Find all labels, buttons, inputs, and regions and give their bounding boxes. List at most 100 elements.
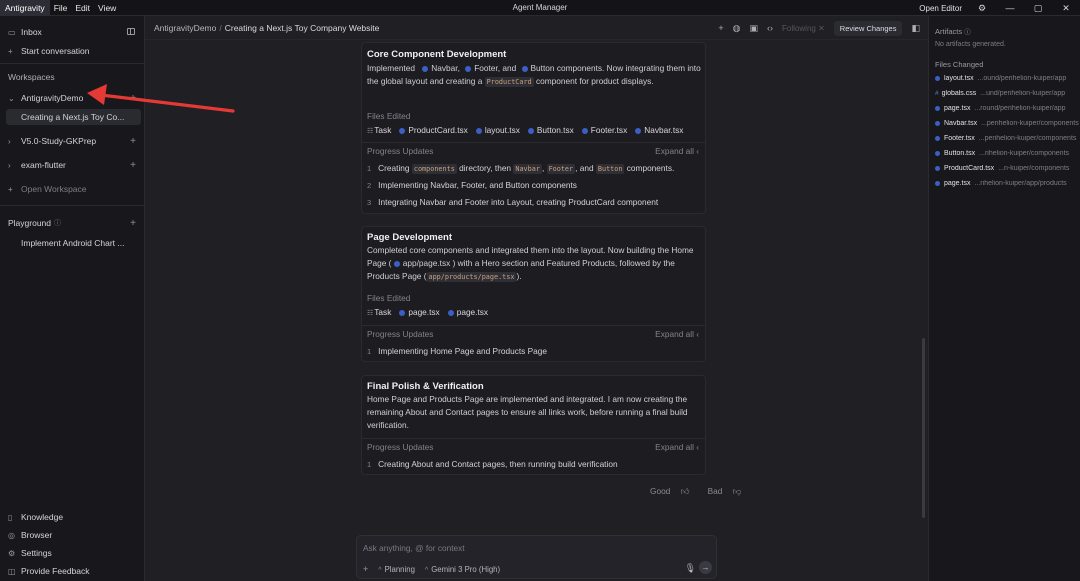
file-link[interactable]: Button (531, 63, 555, 73)
sidebar-item-provide-feedback[interactable]: ◫ Provide Feedback (0, 563, 145, 579)
file-chip[interactable]: Footer.tsx (581, 125, 627, 135)
progress-step[interactable]: 3 Integrating Navbar and Footer into Layo… (367, 197, 658, 207)
sidebar-item-knowledge[interactable]: ▯ Knowledge (0, 509, 145, 525)
progress-step[interactable]: 1 Creating components directory, then Nav… (367, 163, 675, 174)
chat-input[interactable] (363, 542, 703, 554)
sidebar-item-browser[interactable]: ◎ Browser (0, 527, 145, 543)
breadcrumb-workspace[interactable]: AntigravityDemo (154, 23, 216, 33)
changed-file-row[interactable]: Footer.tsx ...perihelion-kuiper/component… (935, 135, 1079, 142)
task-chip[interactable]: ☷Task (367, 125, 391, 135)
changed-file-row[interactable]: layout.tsx ...ound/perihelion-kuiper/app (935, 75, 1079, 82)
file-name: Footer.tsx (944, 135, 975, 142)
expand-all-button[interactable]: Expand all ‹ (655, 146, 699, 156)
plus-icon[interactable]: + (718, 23, 723, 33)
changed-file-row[interactable]: # globals.css ...und/perihelion-kuiper/app (935, 90, 1079, 97)
mic-icon[interactable]: 🎙︎ (685, 563, 696, 574)
file-chip[interactable]: Navbar.tsx (635, 125, 683, 135)
progress-step[interactable]: 1 Creating About and Contact pages, then … (367, 459, 618, 469)
file-name: layout.tsx (944, 75, 974, 82)
open-workspace-label: Open Workspace (21, 184, 87, 194)
workspace-v5-study-gkprep[interactable]: › V5.0-Study-GKPrep + (0, 133, 145, 149)
good-button[interactable]: Good 👍︎ (642, 486, 689, 496)
review-changes-button[interactable]: Review Changes (833, 20, 903, 36)
plus-icon[interactable]: + (130, 93, 136, 104)
book-icon: ▯ (8, 512, 13, 522)
file-link[interactable]: Footer (474, 63, 498, 73)
file-chip[interactable]: page.tsx (447, 307, 489, 317)
changed-file-row[interactable]: Button.tsx ...rihelion-kuiper/components (935, 150, 1079, 157)
menu-edit[interactable]: Edit (71, 0, 94, 16)
maximize-icon[interactable]: ▢ (1024, 3, 1052, 14)
feedback-label: Provide Feedback (21, 566, 90, 576)
send-icon[interactable]: → (699, 561, 712, 574)
browser-icon[interactable]: ◍ (733, 23, 741, 34)
scrollbar[interactable] (922, 338, 925, 518)
changed-file-row[interactable]: ProductCard.tsx ...n-kuiper/components (935, 165, 1079, 172)
file-dot-icon (393, 261, 400, 267)
file-name: Button.tsx (536, 125, 574, 135)
file-link[interactable]: app/page.tsx (403, 258, 451, 268)
open-workspace-button[interactable]: + Open Workspace (0, 181, 145, 197)
start-conversation-button[interactable]: + Start conversation (0, 43, 145, 59)
file-name: page.tsx (944, 180, 971, 187)
menu-view[interactable]: View (94, 0, 120, 16)
conversation-item[interactable]: Creating a Next.js Toy Co... (6, 109, 141, 125)
plus-icon[interactable]: + (130, 136, 136, 147)
file-path: ...perihelion-kuiper/components (981, 120, 1079, 127)
file-chip[interactable]: layout.tsx (475, 125, 520, 135)
good-label: Good (650, 486, 671, 496)
expand-all-button[interactable]: Expand all ‹ (655, 442, 699, 452)
progress-step[interactable]: 1 Implementing Home Page and Products Pag… (367, 346, 547, 356)
step-text: directory, then (459, 163, 512, 173)
plus-icon[interactable]: + (363, 564, 368, 574)
right-panel: Artifacts ⓘ No artifacts generated. File… (928, 16, 1080, 581)
artifacts-heading: Artifacts ⓘ (935, 26, 971, 36)
sidebar-item-inbox[interactable]: ▭ Inbox (0, 24, 145, 40)
sidebar-item-settings[interactable]: ⚙ Settings (0, 545, 145, 561)
body-text: , and (497, 63, 517, 73)
playground-heading[interactable]: Playground ⓘ + (0, 215, 145, 231)
workspace-exam-flutter[interactable]: › exam-flutter + (0, 157, 145, 173)
plus-icon[interactable]: + (130, 160, 136, 171)
minimize-icon[interactable]: — (996, 3, 1024, 13)
menu-antigravity[interactable]: Antigravity (0, 0, 50, 16)
file-link[interactable]: Navbar (431, 63, 457, 73)
file-chip[interactable]: Button.tsx (527, 125, 574, 135)
gear-icon[interactable]: ⚙ (968, 3, 996, 14)
menu-file[interactable]: File (50, 0, 72, 16)
playground-item[interactable]: Implement Android Chart ... (0, 235, 145, 251)
toggle-right-panel-icon[interactable]: ◧ (911, 23, 920, 34)
workspace-antigravitydemo[interactable]: ⌄ AntigravityDemo + (0, 90, 145, 106)
progress-step[interactable]: 2 Implementing Navbar, Footer, and Button… (367, 180, 577, 190)
model-selector[interactable]: ^ Gemini 3 Pro (High) (425, 565, 500, 574)
files-edited-label: Files Edited (367, 293, 411, 303)
changed-file-row[interactable]: Navbar.tsx ...perihelion-kuiper/component… (935, 120, 1079, 127)
close-icon[interactable]: ✕ (1052, 3, 1080, 14)
plus-icon[interactable]: + (130, 218, 136, 229)
file-path: ...rihelion-kuiper/components (979, 150, 1070, 157)
following-toggle[interactable]: Following ✕ (782, 24, 825, 33)
mode-selector[interactable]: ^ Planning (378, 565, 415, 574)
file-chip[interactable]: page.tsx (399, 307, 440, 317)
step-text: components. (626, 163, 675, 173)
expand-all-button[interactable]: Expand all ‹ (655, 329, 699, 339)
file-name: page.tsx (456, 307, 489, 317)
toggle-panel-icon[interactable] (127, 28, 135, 35)
code-icon[interactable]: ‹› (767, 23, 773, 33)
window-title: Agent Manager (512, 3, 568, 12)
changed-file-row[interactable]: page.tsx ...rihelion-kuiper/app/products (935, 180, 1079, 187)
open-editor-button[interactable]: Open Editor (919, 4, 962, 13)
files-changed-heading: Files Changed (935, 60, 984, 69)
step-text: Implementing Navbar, Footer, and Button … (378, 180, 577, 190)
task-chip[interactable]: ☷Task (367, 307, 391, 317)
bad-button[interactable]: Bad 👎︎ (700, 486, 742, 496)
image-icon[interactable]: ▣ (750, 23, 759, 34)
changed-file-row[interactable]: page.tsx ...round/perihelion-kuiper/app (935, 105, 1079, 112)
file-dot-icon (465, 66, 472, 72)
following-label: Following (782, 23, 816, 33)
file-dot-icon (447, 310, 454, 316)
workspace-name: V5.0-Study-GKPrep (21, 136, 97, 146)
no-artifacts-text: No artifacts generated. (935, 41, 1006, 48)
progress-updates-header: Progress Updates Expand all ‹ (362, 142, 705, 158)
file-chip[interactable]: ProductCard.tsx (399, 125, 468, 135)
